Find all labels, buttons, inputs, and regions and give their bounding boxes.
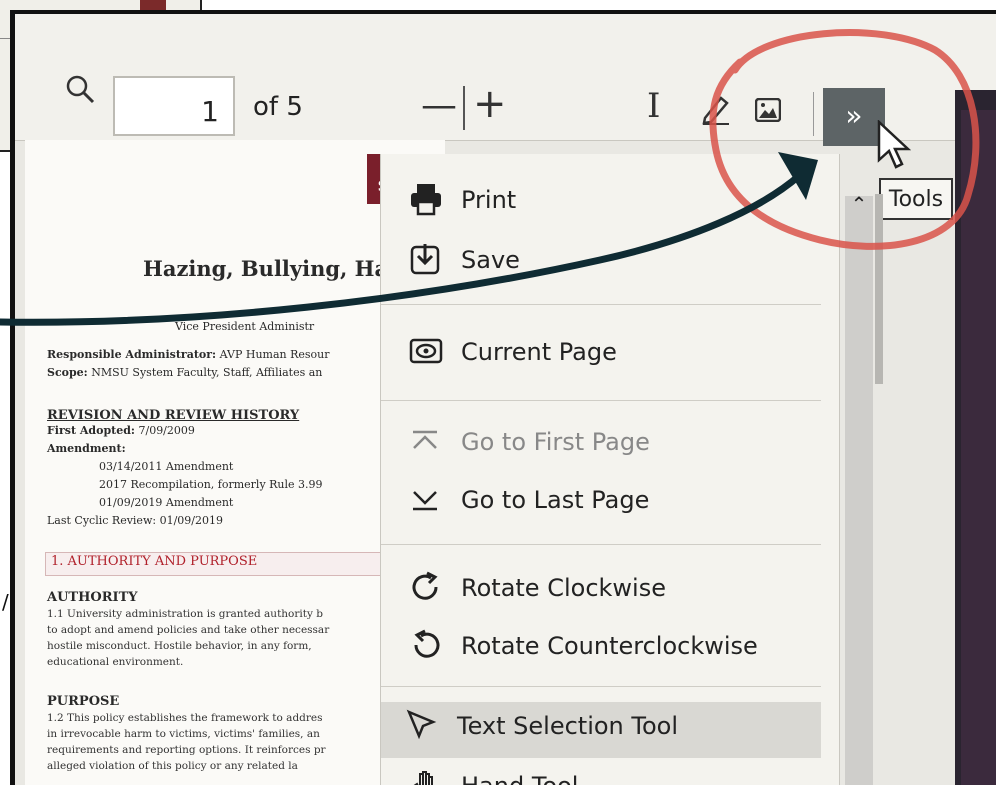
menu-divider: [381, 686, 821, 687]
authority-line: to adopt and amend policies and take oth…: [47, 624, 330, 636]
text-cursor-icon[interactable]: I: [647, 86, 660, 126]
tools-tooltip: Tools: [879, 178, 953, 220]
mouse-cursor-icon: [877, 119, 912, 174]
responsible-admin: Responsible Administrator: AVP Human Res…: [47, 348, 330, 361]
zoom-in-button[interactable]: +: [473, 84, 507, 124]
menu-divider: [381, 304, 821, 305]
zoom-out-button[interactable]: —: [421, 88, 457, 124]
menu-scrollbar[interactable]: [845, 196, 873, 785]
save-icon: [409, 242, 443, 276]
menu-item-label: Rotate Clockwise: [461, 574, 666, 602]
pdf-toolbar: of 5 — + I »: [15, 14, 996, 146]
revision-heading: REVISION AND REVIEW HISTORY: [47, 408, 300, 423]
right-sidebar-edge: [955, 90, 996, 785]
left-edge-mark: /: [2, 590, 9, 614]
menu-item-label: Text Selection Tool: [457, 712, 679, 740]
amendment-label: Amendment:: [47, 442, 126, 455]
menu-item-go-first-page[interactable]: Go to First Page: [409, 418, 819, 468]
menu-item-label: Go to First Page: [461, 428, 650, 456]
authority-line: 1.1 University administration is granted…: [47, 608, 323, 620]
go-last-page-icon: [409, 482, 443, 516]
eye-icon: [409, 334, 443, 368]
menu-item-label: Rotate Counterclockwise: [461, 632, 758, 660]
menu-item-label: Save: [461, 246, 520, 274]
menu-item-rotate-clockwise[interactable]: Rotate Clockwise: [409, 564, 819, 614]
section-heading: 1. AUTHORITY AND PURPOSE: [51, 554, 258, 569]
responsible-line: Vice President Administr: [175, 320, 315, 333]
menu-item-current-page[interactable]: Current Page: [409, 328, 819, 378]
tools-button[interactable]: »: [823, 88, 885, 146]
amendment-item: 01/09/2019 Amendment: [99, 496, 234, 509]
scroll-up-icon[interactable]: ⌃: [845, 190, 873, 218]
tools-menu: Print Save Current Page Go to First Page: [380, 154, 840, 785]
amendment-item: 03/14/2011 Amendment: [99, 460, 234, 473]
menu-item-print[interactable]: Print: [409, 176, 819, 226]
scrollbar-thumb[interactable]: [875, 194, 883, 384]
menu-item-hand-tool[interactable]: Hand Tool: [409, 762, 819, 785]
amendment-item: 2017 Recompilation, formerly Rule 3.99: [99, 478, 323, 491]
menu-item-save[interactable]: Save: [409, 236, 819, 286]
printer-icon: [409, 182, 443, 216]
menu-item-label: Hand Tool: [461, 772, 578, 785]
zoom-separator: [463, 86, 465, 130]
menu-divider: [381, 400, 821, 401]
last-review: Last Cyclic Review: 01/09/2019: [47, 514, 223, 527]
menu-divider: [381, 544, 821, 545]
menu-item-text-selection-tool[interactable]: Text Selection Tool: [381, 702, 821, 758]
first-adopted: First Adopted: 7/09/2009: [47, 424, 195, 437]
purpose-heading: PURPOSE: [47, 694, 120, 709]
authority-heading: AUTHORITY: [47, 590, 138, 605]
page-number-input[interactable]: [113, 76, 235, 136]
pencil-icon[interactable]: [699, 92, 733, 130]
rotate-counterclockwise-icon: [409, 628, 443, 662]
text-selection-arrow-icon: [405, 708, 439, 742]
purpose-line: 1.2 This policy establishes the framewor…: [47, 712, 323, 724]
purpose-line: alleged violation of this policy or any …: [47, 760, 298, 772]
search-icon[interactable]: [65, 74, 95, 108]
purpose-line: in irrevocable harm to victims, victims'…: [47, 728, 320, 740]
menu-item-label: Print: [461, 186, 517, 214]
pdf-viewer-window: of 5 — + I » Tools NST A Hazing, Bullyin…: [10, 10, 996, 785]
scope: Scope: NMSU System Faculty, Staff, Affil…: [47, 366, 323, 379]
menu-item-label: Current Page: [461, 338, 617, 366]
hand-icon: [409, 768, 443, 785]
toolbar-separator: [813, 92, 814, 136]
go-first-page-icon: [409, 424, 443, 458]
rotate-clockwise-icon: [409, 570, 443, 604]
image-icon[interactable]: [754, 97, 782, 126]
page-total: of 5: [253, 92, 303, 122]
menu-item-rotate-counterclockwise[interactable]: Rotate Counterclockwise: [409, 622, 819, 672]
menu-item-go-last-page[interactable]: Go to Last Page: [409, 476, 819, 526]
menu-item-label: Go to Last Page: [461, 486, 650, 514]
authority-line: hostile misconduct. Hostile behavior, in…: [47, 640, 312, 652]
purpose-line: requirements and reporting options. It r…: [47, 744, 326, 756]
authority-line: educational environment.: [47, 656, 184, 668]
